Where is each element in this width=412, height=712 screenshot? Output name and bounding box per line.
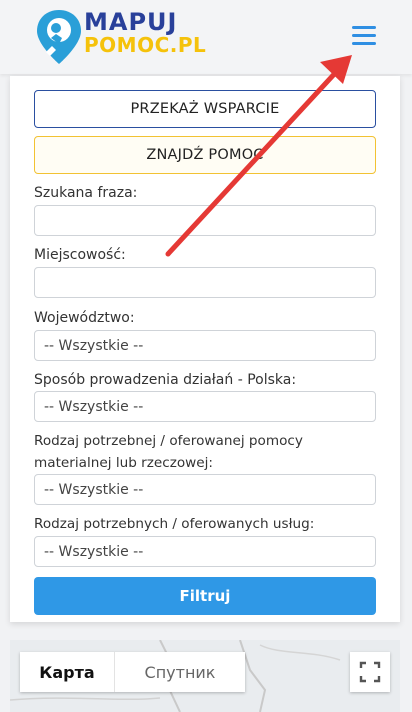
logo[interactable]: MAPUJ POMOC.PL: [34, 8, 206, 66]
map-type-tabs: Карта Спутник: [20, 652, 245, 692]
phrase-input[interactable]: [34, 205, 376, 236]
fullscreen-icon: [359, 661, 381, 683]
logo-line-2: POMOC.PL: [84, 33, 207, 57]
site-header: MAPUJ POMOC.PL: [0, 0, 412, 74]
phrase-label: Szukana fraza:: [34, 185, 138, 201]
services-select[interactable]: -- Wszystkie --: [34, 536, 376, 567]
fullscreen-button[interactable]: [350, 652, 390, 692]
services-label: Rodzaj potrzebnych / oferowanych usług:: [34, 516, 315, 532]
map-pin-logo-icon: [37, 10, 81, 64]
city-label: Miejscowość:: [34, 247, 126, 263]
filter-button[interactable]: Filtruj: [34, 577, 376, 615]
material-help-label: Rodzaj potrzebnej / oferowanej pomocy ma…: [34, 433, 303, 471]
support-button[interactable]: PRZEKAŻ WSPARCIE: [34, 90, 376, 128]
filter-panel: PRZEKAŻ WSPARCIE ZNAJDŹ POMOC Szukana fr…: [10, 76, 400, 622]
operation-select[interactable]: -- Wszystkie --: [34, 391, 376, 422]
logo-text: MAPUJ POMOC.PL: [84, 10, 206, 55]
operation-label: Sposób prowadzenia działań - Polska:: [34, 372, 297, 388]
find-help-button[interactable]: ZNAJDŹ POMOC: [34, 136, 376, 174]
logo-line-1: MAPUJ: [84, 8, 178, 36]
voivodeship-select[interactable]: -- Wszystkie --: [34, 330, 376, 361]
material-help-select[interactable]: -- Wszystkie --: [34, 474, 376, 505]
tab-satellite[interactable]: Спутник: [115, 652, 245, 692]
map-view[interactable]: ЛАТВИЯ Карта Спутник: [10, 640, 400, 712]
hamburger-menu-icon[interactable]: [352, 26, 376, 46]
voivodeship-label: Województwo:: [34, 310, 135, 326]
city-input[interactable]: [34, 267, 376, 298]
tab-map[interactable]: Карта: [20, 652, 115, 692]
